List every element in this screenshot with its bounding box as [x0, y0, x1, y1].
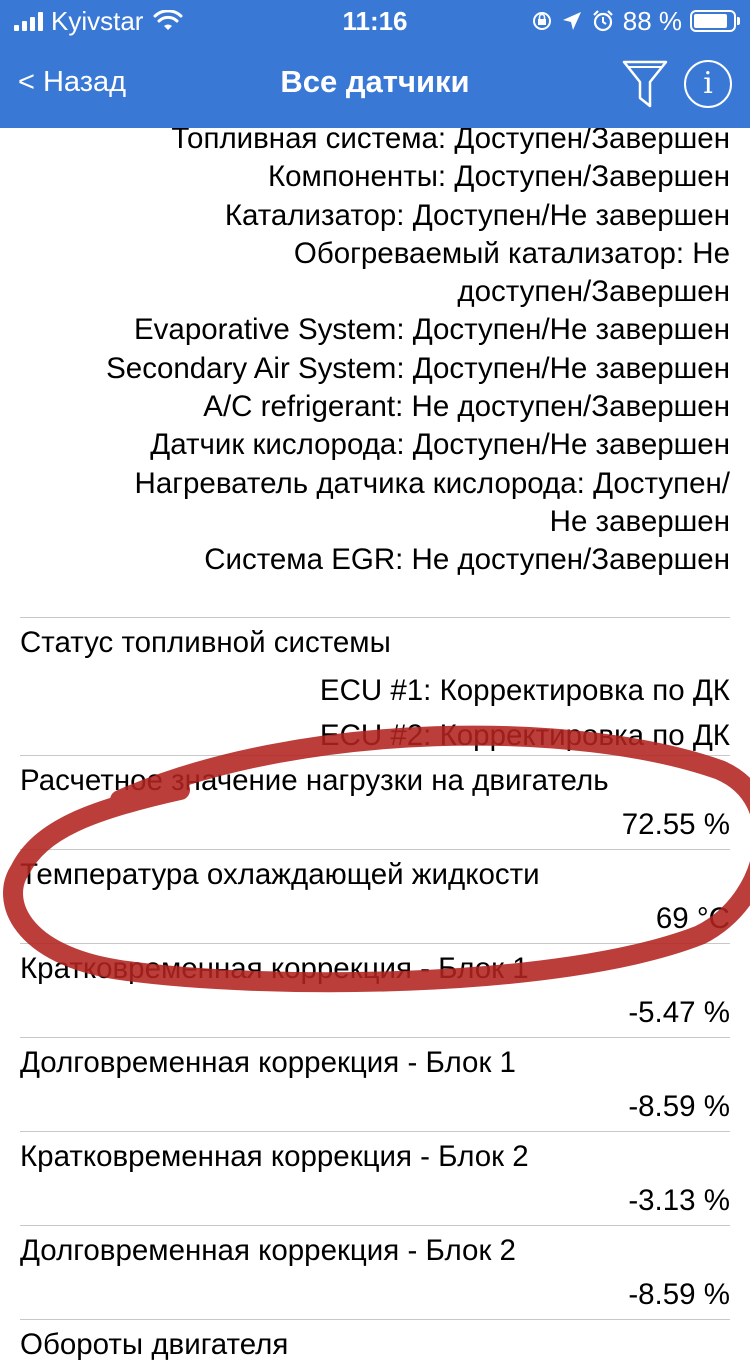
sensor-row[interactable]: Температура охлаждающей жидкости 69 °C [20, 848, 730, 943]
monitor-line: Катализатор: Доступен/Не завершен [224, 198, 730, 232]
orientation-lock-icon [532, 12, 551, 30]
sensor-label: Обороты двигателя [20, 1327, 289, 1361]
sensor-label: Расчетное значение нагрузки на двигатель [20, 763, 609, 797]
sensor-value: -3.13 % [628, 1183, 730, 1217]
monitor-line: Обогреваемый катализатор: Не [293, 236, 730, 270]
alarm-icon [592, 10, 613, 32]
sensor-value: -5.47 % [628, 995, 730, 1029]
sensor-label: Кратковременная коррекция - Блок 2 [20, 1139, 529, 1173]
monitor-line: A/C refrigerant: Не доступен/Завершен [203, 390, 730, 424]
status-right: 88 % [531, 0, 740, 42]
top-bar: Kyivstar 11:16 88 % < Назад Все датчики … [0, 0, 750, 128]
sensor-value: -8.59 % [628, 1089, 730, 1123]
sensor-rows: Статус топливной системы ECU #1: Корректи… [0, 616, 750, 1367]
sensor-value: 72.55 % [621, 807, 730, 841]
sensor-value: 69 °C [655, 901, 730, 935]
sensor-list: Топливная система: Доступен/Завершен Комп… [0, 100, 750, 1367]
sensor-row[interactable]: Долговременная коррекция - Блок 1 -8.59 % [20, 1036, 730, 1131]
sensor-value: -8.59 % [628, 1277, 730, 1311]
sensor-label: Температура охлаждающей жидкости [20, 857, 540, 891]
sensor-label: Долговременная коррекция - Блок 2 [20, 1233, 516, 1267]
sensor-row[interactable]: Кратковременная коррекция - Блок 2 -3.13 … [20, 1130, 730, 1225]
sensor-label: Долговременная коррекция - Блок 1 [20, 1045, 516, 1079]
sensor-row[interactable]: Статус топливной системы ECU #1: Корректи… [20, 616, 730, 755]
battery-icon [690, 10, 740, 32]
monitor-line: Компоненты: Доступен/Завершен [267, 160, 730, 194]
monitor-line: Evaporative System: Доступен/Не завершен [133, 313, 730, 347]
navigation-bar: < Назад Все датчики i [0, 42, 750, 128]
battery-percent: 88 % [622, 6, 682, 36]
info-icon[interactable]: i [684, 60, 732, 108]
sensor-value: ECU #1: Корректировка по ДК [319, 673, 730, 707]
monitor-line: Датчик кислорода: Доступен/Не завершен [150, 428, 730, 462]
sensor-label: Кратковременная коррекция - Блок 1 [20, 951, 529, 985]
status-bar: Kyivstar 11:16 88 % [0, 0, 750, 42]
monitor-line: Нагреватель датчика кислорода: Доступен/ [134, 466, 730, 500]
sensor-label: Статус топливной системы [20, 625, 391, 659]
sensor-row[interactable]: Расчетное значение нагрузки на двигатель… [20, 754, 730, 849]
monitor-line: доступен/Завершен [457, 275, 730, 309]
sensor-row[interactable]: Обороты двигателя [20, 1318, 730, 1367]
monitor-line: Secondary Air System: Доступен/Не заверш… [106, 351, 730, 385]
sensor-value: ECU #2: Корректировка по ДК [319, 718, 730, 752]
readiness-monitors: Топливная система: Доступен/Завершен Комп… [0, 120, 750, 580]
sensor-row[interactable]: Кратковременная коррекция - Блок 1 -5.47 … [20, 942, 730, 1037]
monitor-line: Система EGR: Не доступен/Завершен [204, 543, 730, 577]
sensor-row[interactable]: Долговременная коррекция - Блок 2 -8.59 % [20, 1224, 730, 1319]
monitor-line: Не завершен [549, 504, 730, 538]
filter-icon[interactable] [620, 58, 670, 112]
location-icon [562, 12, 581, 30]
battery-fill [694, 14, 727, 28]
